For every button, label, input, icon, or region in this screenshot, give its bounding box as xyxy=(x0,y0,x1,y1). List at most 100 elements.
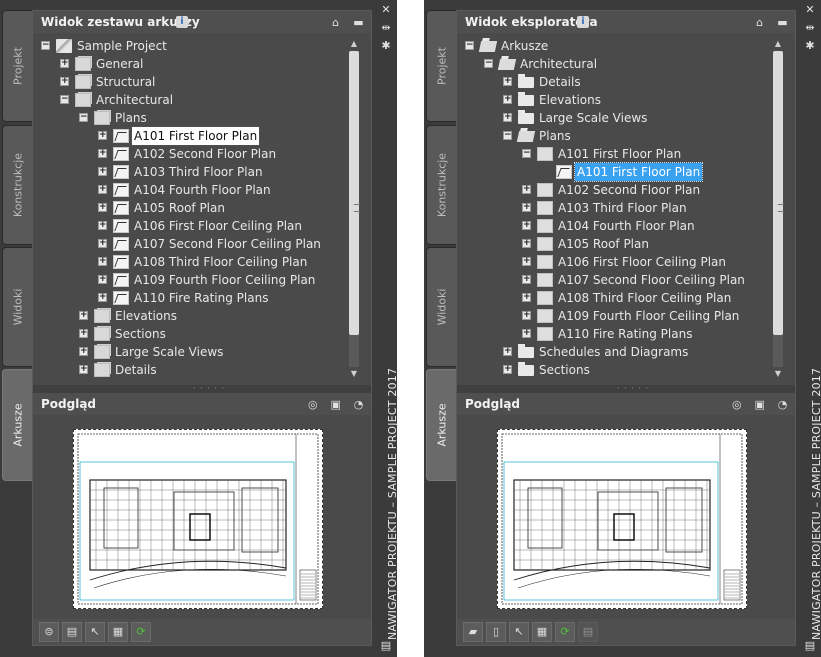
tree-node[interactable]: + A108 Third Floor Ceiling Plan xyxy=(35,253,345,271)
expand-toggle-icon[interactable]: + xyxy=(522,239,531,248)
collapse-toggle-icon[interactable]: − xyxy=(503,131,512,140)
collapse-toggle-icon[interactable]: − xyxy=(484,59,493,68)
tree-node[interactable]: + A110 Fire Rating Plans xyxy=(35,289,345,307)
expand-toggle-icon[interactable]: + xyxy=(503,77,512,86)
eraser-tool-icon[interactable]: ⌂ xyxy=(753,17,766,29)
eraser-tool-icon[interactable]: ⌂ xyxy=(329,17,342,29)
expand-toggle-icon[interactable]: + xyxy=(79,329,88,338)
expand-toggle-icon[interactable]: + xyxy=(503,365,512,374)
expand-toggle-icon[interactable]: + xyxy=(522,203,531,212)
tree-node[interactable]: + Sections xyxy=(35,325,345,343)
sync-icon[interactable]: ⟳ xyxy=(555,622,575,642)
scroll-down-icon[interactable]: ▼ xyxy=(350,369,358,379)
tree-node[interactable]: + General xyxy=(35,55,345,73)
expand-toggle-icon[interactable]: + xyxy=(98,221,107,230)
scroll-thumb[interactable] xyxy=(349,51,360,335)
tab-widoki[interactable]: Widoki xyxy=(2,247,32,367)
tree-node[interactable]: + A104 Fourth Floor Plan xyxy=(459,217,769,235)
info-icon[interactable]: i xyxy=(577,16,589,28)
tree-node[interactable]: − A101 First Floor Plan xyxy=(459,145,769,163)
tree-node[interactable]: + Large Scale Views xyxy=(459,109,769,127)
scroll-up-icon[interactable]: ▲ xyxy=(774,39,782,49)
expand-toggle-icon[interactable]: + xyxy=(98,293,107,302)
sheetset-tree[interactable]: − Sample Project + General + Structural − Archi… xyxy=(35,37,345,381)
new-sheet-icon[interactable]: ▤ xyxy=(62,622,82,642)
expand-toggle-icon[interactable]: + xyxy=(79,365,88,374)
tree-node[interactable]: A101 First Floor Plan xyxy=(459,162,769,182)
collapse-toggle-icon[interactable]: − xyxy=(41,41,50,50)
settings-gear-icon[interactable]: ✱ xyxy=(380,40,392,52)
settings-gear-icon[interactable]: ✱ xyxy=(804,40,816,52)
tree-node[interactable]: − Architectural xyxy=(459,55,769,73)
tab-konstrukcje[interactable]: Konstrukcje xyxy=(2,125,32,245)
expand-toggle-icon[interactable]: + xyxy=(98,275,107,284)
collapse-toggle-icon[interactable]: − xyxy=(522,149,531,158)
new-folder-icon[interactable]: ▰ xyxy=(463,622,483,642)
select-tool-icon[interactable]: ↖ xyxy=(509,622,529,642)
tree-node[interactable]: + Details xyxy=(459,73,769,91)
tree-node[interactable]: + Structural xyxy=(35,73,345,91)
folder-tool-icon[interactable]: ▬ xyxy=(352,17,365,29)
new-sheet-icon[interactable]: ▯ xyxy=(486,622,506,642)
tree-node[interactable]: + A106 First Floor Ceiling Plan xyxy=(459,253,769,271)
expand-toggle-icon[interactable]: + xyxy=(522,275,531,284)
expand-toggle-icon[interactable]: + xyxy=(98,131,107,140)
expand-toggle-icon[interactable]: + xyxy=(60,77,69,86)
tree-node[interactable]: − Plans xyxy=(459,127,769,145)
panel-splitter[interactable]: · · · · · xyxy=(33,385,371,393)
tree-node[interactable]: + Details xyxy=(35,361,345,379)
tree-node[interactable]: + Elevations xyxy=(35,307,345,325)
refresh-preview-icon[interactable]: ◔ xyxy=(352,399,365,411)
tree-node[interactable]: + Schedules and Diagrams xyxy=(459,343,769,361)
refresh-preview-icon[interactable]: ◔ xyxy=(776,399,789,411)
tab-arkusze[interactable]: Arkusze xyxy=(2,369,32,481)
tree-node[interactable]: + Large Scale Views xyxy=(35,343,345,361)
tab-projekt[interactable]: Projekt xyxy=(2,10,32,122)
collapse-toggle-icon[interactable]: − xyxy=(79,113,88,122)
folder-tool-icon[interactable]: ▬ xyxy=(776,17,789,29)
fit-view-icon[interactable]: ◎ xyxy=(730,399,743,411)
scroll-thumb[interactable] xyxy=(773,51,784,335)
auto-hide-icon[interactable]: ⇹ xyxy=(380,22,392,34)
panel-splitter[interactable]: · · · · · xyxy=(457,385,795,393)
tree-node[interactable]: + A106 First Floor Ceiling Plan xyxy=(35,217,345,235)
tree-node[interactable]: + Sections xyxy=(459,361,769,379)
properties-icon[interactable]: ▤ xyxy=(578,622,598,642)
expand-toggle-icon[interactable]: + xyxy=(503,95,512,104)
tab-konstrukcje[interactable]: Konstrukcje xyxy=(426,125,456,245)
properties-icon[interactable]: ▤ xyxy=(804,640,816,652)
tab-projekt[interactable]: Projekt xyxy=(426,10,456,122)
expand-toggle-icon[interactable]: + xyxy=(98,203,107,212)
tree-node[interactable]: − Plans xyxy=(35,109,345,127)
expand-toggle-icon[interactable]: + xyxy=(522,221,531,230)
tree-node[interactable]: − Architectural xyxy=(35,91,345,109)
scroll-up-icon[interactable]: ▲ xyxy=(350,39,358,49)
collapse-toggle-icon[interactable]: − xyxy=(60,95,69,104)
collapse-toggle-icon[interactable]: − xyxy=(465,41,474,50)
tree-scrollbar[interactable]: ▲ ▼ xyxy=(770,37,786,381)
expand-toggle-icon[interactable]: + xyxy=(522,311,531,320)
tree-node[interactable]: + A107 Second Floor Ceiling Plan xyxy=(35,235,345,253)
scroll-down-icon[interactable]: ▼ xyxy=(774,369,782,379)
explorer-tree[interactable]: − Arkusze − Architectural + Details + Elevation… xyxy=(459,37,769,381)
layout-icon[interactable]: ▦ xyxy=(532,622,552,642)
tree-node[interactable]: + A108 Third Floor Ceiling Plan xyxy=(459,289,769,307)
auto-hide-icon[interactable]: ⇹ xyxy=(804,22,816,34)
expand-toggle-icon[interactable]: + xyxy=(522,329,531,338)
expand-toggle-icon[interactable]: + xyxy=(98,185,107,194)
expand-toggle-icon[interactable]: + xyxy=(503,113,512,122)
tree-node[interactable]: + A107 Second Floor Ceiling Plan xyxy=(459,271,769,289)
expand-toggle-icon[interactable]: + xyxy=(98,257,107,266)
frame-icon[interactable]: ▣ xyxy=(753,399,766,411)
tree-node[interactable]: + A110 Fire Rating Plans xyxy=(459,325,769,343)
tree-node[interactable]: + A105 Roof Plan xyxy=(35,199,345,217)
tree-node[interactable]: + A109 Fourth Floor Ceiling Plan xyxy=(35,271,345,289)
sync-icon[interactable]: ⟳ xyxy=(131,622,151,642)
expand-toggle-icon[interactable]: + xyxy=(522,185,531,194)
close-icon[interactable]: ✕ xyxy=(804,4,816,16)
tree-node[interactable]: + A102 Second Floor Plan xyxy=(459,181,769,199)
tab-widoki[interactable]: Widoki xyxy=(426,247,456,367)
publish-icon[interactable]: ⊜ xyxy=(39,622,59,642)
select-tool-icon[interactable]: ↖ xyxy=(85,622,105,642)
expand-toggle-icon[interactable]: + xyxy=(522,257,531,266)
